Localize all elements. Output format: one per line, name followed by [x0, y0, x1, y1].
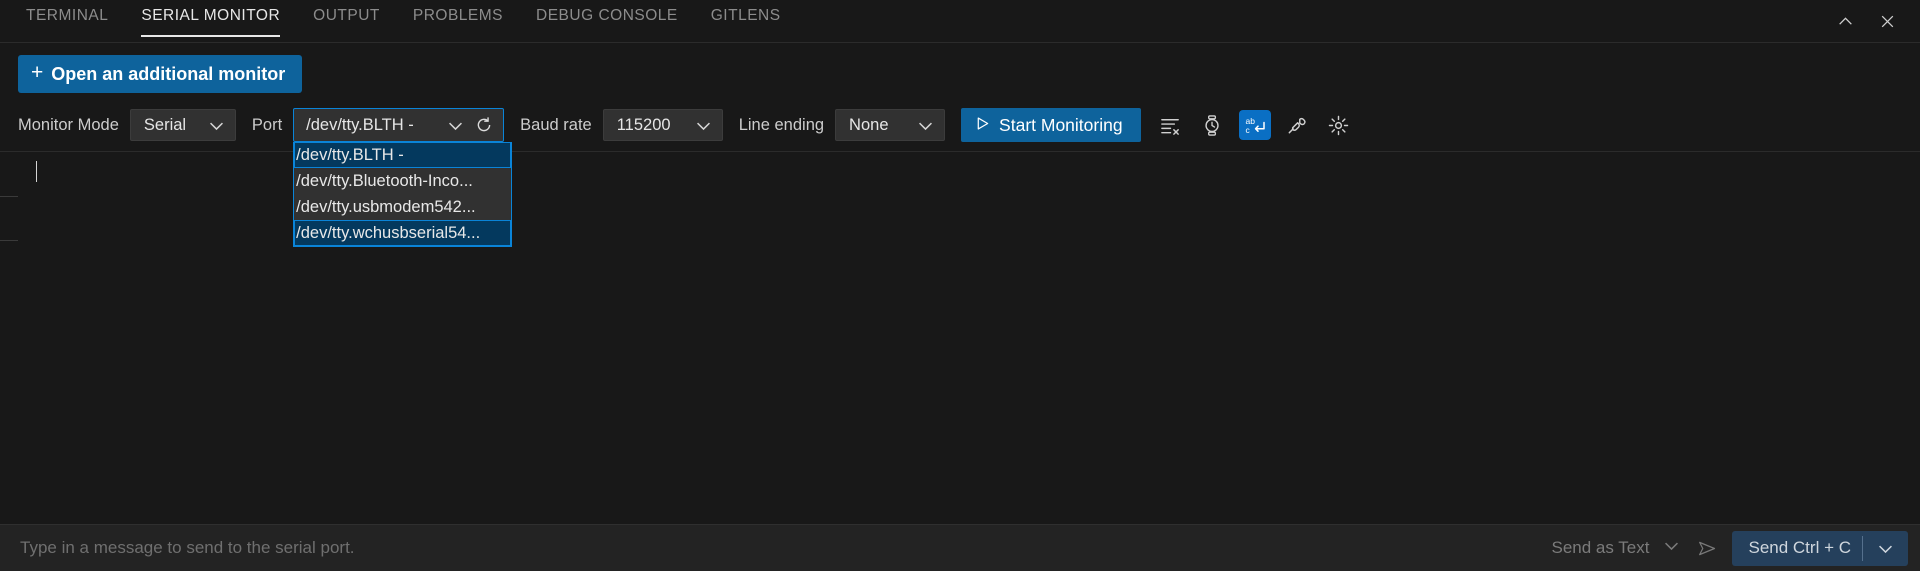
- monitor-mode-value: Serial: [143, 115, 187, 134]
- refresh-icon[interactable]: [471, 112, 497, 138]
- monitor-mode-label: Monitor Mode: [18, 115, 119, 134]
- tab-label: DEBUG CONSOLE: [536, 7, 678, 24]
- tab-serial-monitor[interactable]: SERIAL MONITOR: [141, 0, 280, 43]
- line-ending-value: None: [849, 115, 889, 134]
- chevron-up-icon[interactable]: [1830, 6, 1860, 36]
- port-option-2[interactable]: /dev/tty.usbmodem542...: [294, 194, 511, 220]
- start-monitoring-button[interactable]: Start Monitoring: [961, 108, 1141, 142]
- port-option-3[interactable]: /dev/tty.wchusbserial54...: [294, 220, 512, 246]
- line-ending-select[interactable]: None: [835, 109, 946, 141]
- chevron-down-icon: [440, 116, 471, 135]
- port-option-label: /dev/tty.wchusbserial54...: [296, 223, 481, 242]
- monitor-icon-group: ab c: [1155, 110, 1355, 140]
- chevron-down-icon: [207, 116, 226, 135]
- panel-actions: [1830, 6, 1920, 36]
- chevron-down-icon[interactable]: [1863, 539, 1908, 558]
- chevron-down-icon: [694, 116, 713, 135]
- play-icon: [975, 115, 990, 136]
- tab-label: PROBLEMS: [412, 7, 504, 24]
- tab-label: TERMINAL: [26, 7, 109, 24]
- gutter-divider: [0, 196, 18, 197]
- add-monitor-row: + Open an additional monitor: [0, 43, 1920, 103]
- baud-rate-select[interactable]: 115200: [602, 109, 723, 141]
- open-additional-monitor-label: Open an additional monitor: [51, 63, 286, 84]
- port-value: /dev/tty.BLTH -: [306, 115, 414, 134]
- serial-output-area[interactable]: [0, 151, 1920, 524]
- port-connection-icon[interactable]: [1281, 110, 1313, 140]
- toggle-line-ending-icon[interactable]: ab c: [1238, 110, 1271, 140]
- port-option-1[interactable]: /dev/tty.Bluetooth-Inco...: [294, 168, 511, 194]
- tab-label: SERIAL MONITOR: [141, 7, 281, 24]
- serial-controls-toolbar: Monitor Mode Serial Port /dev/tty.BLTH -: [0, 103, 1920, 247]
- baud-rate-value: 115200: [616, 115, 671, 134]
- svg-text:c: c: [1245, 125, 1250, 135]
- tab-label: OUTPUT: [313, 7, 380, 24]
- text-caret: [36, 161, 37, 182]
- port-dropdown-list[interactable]: /dev/tty.BLTH - /dev/tty.Bluetooth-Inco.…: [293, 142, 513, 247]
- tab-debug-console[interactable]: DEBUG CONSOLE: [536, 0, 678, 43]
- tab-problems[interactable]: PROBLEMS: [413, 0, 503, 43]
- port-control-wrapper: /dev/tty.BLTH - /dev/tty.BLTH - /dev/tty…: [293, 108, 513, 247]
- start-monitoring-label: Start Monitoring: [999, 114, 1123, 135]
- chevron-down-icon: [1662, 536, 1681, 560]
- serial-monitor-panel: TERMINAL SERIAL MONITOR OUTPUT PROBLEMS …: [0, 0, 1920, 571]
- tab-gitlens[interactable]: GITLENS: [711, 0, 781, 43]
- tab-terminal[interactable]: TERMINAL: [26, 0, 108, 43]
- settings-gear-icon[interactable]: [1323, 110, 1355, 140]
- send-as-select[interactable]: Send as Text: [1542, 536, 1692, 560]
- tab-label: GITLENS: [710, 7, 781, 24]
- send-ctrl-c-label: Send Ctrl + C: [1748, 538, 1851, 557]
- port-option-0[interactable]: /dev/tty.BLTH -: [294, 142, 512, 168]
- baud-rate-label: Baud rate: [520, 115, 592, 134]
- send-message-input[interactable]: [20, 538, 1542, 558]
- chevron-down-icon: [916, 116, 935, 135]
- send-ctrl-c-button[interactable]: Send Ctrl + C: [1732, 530, 1908, 566]
- send-icon[interactable]: [1691, 538, 1732, 559]
- monitor-mode-select[interactable]: Serial: [129, 109, 236, 141]
- port-option-label: /dev/tty.usbmodem542...: [296, 197, 476, 216]
- clear-output-icon[interactable]: [1155, 110, 1187, 140]
- send-as-label: Send as Text: [1551, 538, 1650, 557]
- line-ending-label: Line ending: [738, 115, 825, 134]
- close-icon[interactable]: [1872, 6, 1902, 36]
- port-option-label: /dev/tty.BLTH -: [296, 145, 404, 164]
- plus-icon: +: [31, 61, 44, 84]
- port-option-label: /dev/tty.Bluetooth-Inco...: [296, 171, 473, 190]
- port-select[interactable]: /dev/tty.BLTH -: [293, 108, 505, 142]
- send-message-bar: Send as Text Send Ctrl + C: [0, 524, 1920, 571]
- tab-output[interactable]: OUTPUT: [313, 0, 380, 43]
- gutter-divider: [0, 240, 18, 241]
- panel-tab-bar: TERMINAL SERIAL MONITOR OUTPUT PROBLEMS …: [0, 0, 1920, 43]
- toggle-timestamp-icon[interactable]: [1197, 110, 1229, 140]
- open-additional-monitor-button[interactable]: + Open an additional monitor: [18, 55, 303, 93]
- port-label: Port: [251, 115, 283, 134]
